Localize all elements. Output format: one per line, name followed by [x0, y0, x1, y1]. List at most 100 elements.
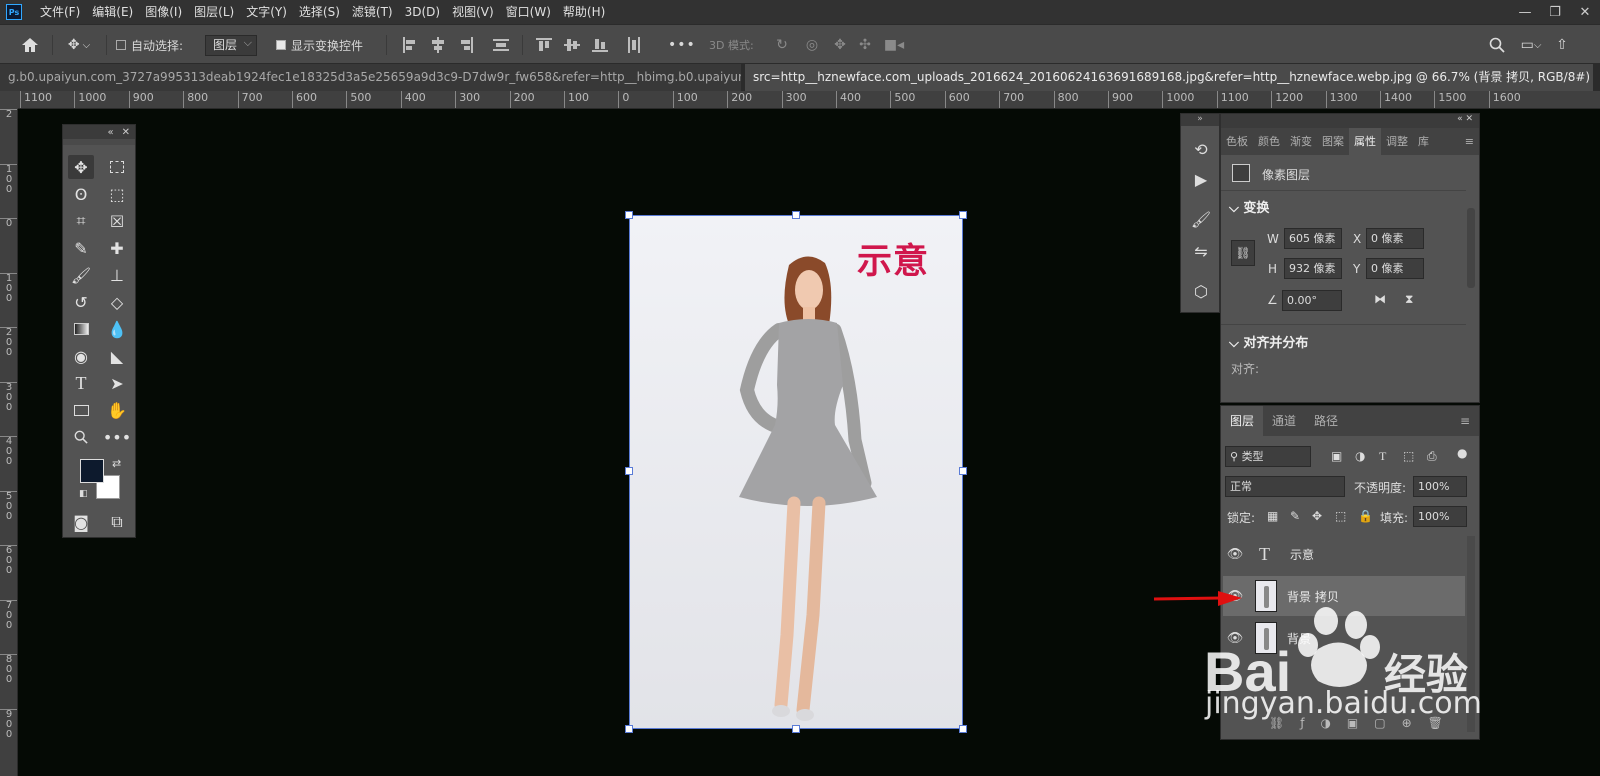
marquee-tool-icon[interactable]: [104, 155, 130, 179]
brush-tool-icon[interactable]: 🖌: [68, 263, 94, 287]
align-top-icon[interactable]: [536, 37, 552, 53]
angle-input[interactable]: 0.00°: [1282, 290, 1342, 311]
align-hcenter-icon[interactable]: [430, 37, 446, 53]
show-transform-checkbox[interactable]: 显示变换控件: [276, 33, 363, 57]
lock-transparent-icon[interactable]: ▦: [1267, 509, 1278, 523]
more-options-button[interactable]: •••: [668, 33, 696, 57]
default-colors-icon[interactable]: ◧: [79, 489, 88, 499]
x-input[interactable]: 0 像素: [1366, 228, 1424, 249]
eraser-tool-icon[interactable]: ◇: [104, 290, 130, 314]
history-panel-icon[interactable]: ⟲: [1187, 136, 1215, 162]
tab-patterns[interactable]: 图案: [1317, 128, 1349, 155]
align-section-toggle[interactable]: ⌵ 对齐并分布: [1229, 332, 1308, 351]
tab-paths[interactable]: 路径: [1305, 406, 1347, 436]
stamp-tool-icon[interactable]: ⊥: [104, 263, 130, 287]
menu-filter[interactable]: 滤镜(T): [346, 0, 399, 24]
transform-section-toggle[interactable]: ⌵ 变换: [1229, 197, 1269, 216]
move-tool-preset-icon[interactable]: ✥ ⌵: [60, 33, 98, 57]
menu-image[interactable]: 图像(I): [139, 0, 188, 24]
dodge-tool-icon[interactable]: ◉: [68, 344, 94, 368]
workspace-icon[interactable]: ▭ ⌵: [1516, 33, 1546, 57]
menu-edit[interactable]: 编辑(E): [86, 0, 139, 24]
filter-smart-object-icon[interactable]: ⎙: [1427, 449, 1437, 464]
close-icon[interactable]: ✕: [1570, 0, 1600, 24]
foreground-color-swatch[interactable]: [80, 459, 104, 483]
filter-pixel-icon[interactable]: ▣: [1331, 449, 1342, 463]
share-icon[interactable]: ⇧: [1552, 33, 1572, 57]
align-right-icon[interactable]: [458, 37, 474, 53]
restore-icon[interactable]: ❐: [1540, 0, 1570, 24]
transform-handle-top[interactable]: [792, 211, 800, 219]
filter-adjustment-icon[interactable]: ◑: [1355, 449, 1365, 463]
slide-3d-icon[interactable]: ✣: [855, 33, 875, 57]
menu-window[interactable]: 窗口(W): [500, 0, 557, 24]
lock-image-icon[interactable]: ✎: [1290, 509, 1300, 523]
opacity-input[interactable]: 100%: [1413, 476, 1467, 497]
more-tools-icon[interactable]: •••: [103, 425, 131, 449]
object-select-tool-icon[interactable]: ⬚: [104, 182, 130, 206]
align-vcenter-icon[interactable]: [564, 37, 580, 53]
height-input[interactable]: 932 像素: [1284, 258, 1342, 279]
3d-panel-icon[interactable]: ⬡: [1187, 278, 1215, 304]
lock-artboard-icon[interactable]: ⬚: [1335, 509, 1346, 523]
home-icon[interactable]: [18, 33, 42, 57]
tab-document-1[interactable]: g.b0.upaiyun.com_3727a995313deab1924fec1…: [0, 64, 741, 91]
tab-adjustments[interactable]: 调整: [1381, 128, 1413, 155]
transform-bounding-box[interactable]: [629, 215, 963, 729]
properties-scrollbar[interactable]: [1467, 208, 1475, 288]
menu-file[interactable]: 文件(F): [34, 0, 86, 24]
search-icon[interactable]: [1486, 33, 1508, 57]
transform-handle-bottom-right[interactable]: [959, 725, 967, 733]
expand-icon[interactable]: »: [1181, 114, 1219, 126]
distribute-vertical-icon[interactable]: [626, 37, 642, 53]
close-icon[interactable]: ✕: [122, 127, 130, 138]
rectangle-tool-icon[interactable]: [68, 398, 94, 422]
tab-properties[interactable]: 属性: [1349, 128, 1381, 155]
roll-3d-icon[interactable]: ◎: [802, 33, 822, 57]
transform-handle-top-right[interactable]: [959, 211, 967, 219]
auto-select-checkbox[interactable]: 自动选择:: [116, 33, 183, 57]
tab-layers[interactable]: 图层: [1221, 406, 1264, 436]
checkbox-icon[interactable]: [116, 40, 126, 50]
eyedropper-tool-icon[interactable]: ✎: [68, 236, 94, 260]
transform-handle-bottom-left[interactable]: [625, 725, 633, 733]
layer-name[interactable]: 示意: [1290, 546, 1314, 563]
distribute-horizontal-icon[interactable]: [493, 37, 509, 53]
tab-swatches[interactable]: 色板: [1221, 128, 1253, 155]
panel-header[interactable]: « ✕: [1221, 114, 1479, 128]
filter-toggle-icon[interactable]: ●: [1457, 446, 1467, 460]
pen-tool-icon[interactable]: ◣: [104, 344, 130, 368]
quick-mask-icon[interactable]: ◙: [68, 510, 94, 534]
layers-menu-icon[interactable]: ≡: [1451, 406, 1479, 436]
path-select-tool-icon[interactable]: ➤: [104, 371, 130, 395]
align-left-icon[interactable]: [402, 37, 418, 53]
type-tool-icon[interactable]: T: [68, 371, 94, 395]
flip-horizontal-icon[interactable]: ⧓: [1374, 292, 1386, 306]
menu-3d[interactable]: 3D(D): [399, 0, 446, 24]
filter-shape-icon[interactable]: ⬚: [1403, 449, 1414, 463]
brush-settings-icon[interactable]: 🖌: [1187, 206, 1215, 232]
collapse-icon[interactable]: «: [107, 127, 113, 138]
toolbox-header[interactable]: «✕: [63, 125, 135, 139]
pan-3d-icon[interactable]: ✥: [830, 33, 850, 57]
align-bottom-icon[interactable]: [592, 37, 608, 53]
auto-select-dropdown[interactable]: 图层: [205, 33, 257, 56]
scale-3d-icon[interactable]: ■◂: [883, 33, 905, 57]
transform-handle-left[interactable]: [625, 467, 633, 475]
tab-gradients[interactable]: 渐变: [1285, 128, 1317, 155]
blur-tool-icon[interactable]: 💧: [104, 317, 130, 341]
tab-color[interactable]: 颜色: [1253, 128, 1285, 155]
menu-type[interactable]: 文字(Y): [240, 0, 293, 24]
layer-filter-dropdown[interactable]: ⚲ 类型: [1225, 446, 1311, 467]
actions-panel-icon[interactable]: ▶: [1187, 166, 1215, 192]
y-input[interactable]: 0 像素: [1366, 258, 1424, 279]
vertical-ruler[interactable]: 2 1 0 0 0 1 0 0 2 0 0 3 0 0 4 0 0 5 0 0 6 0 0 7 0…: [0, 109, 18, 776]
flip-vertical-icon[interactable]: ⧗: [1405, 292, 1413, 307]
tab-libraries[interactable]: 库: [1413, 128, 1434, 155]
crop-tool-icon[interactable]: ⌗: [68, 209, 94, 233]
transform-handle-right[interactable]: [959, 467, 967, 475]
orbit-3d-icon[interactable]: ↻: [772, 33, 792, 57]
layer-row-text[interactable]: 👁 T 示意: [1223, 534, 1465, 574]
lock-position-icon[interactable]: ✥: [1312, 509, 1322, 523]
screen-mode-icon[interactable]: ⧉: [104, 510, 130, 534]
